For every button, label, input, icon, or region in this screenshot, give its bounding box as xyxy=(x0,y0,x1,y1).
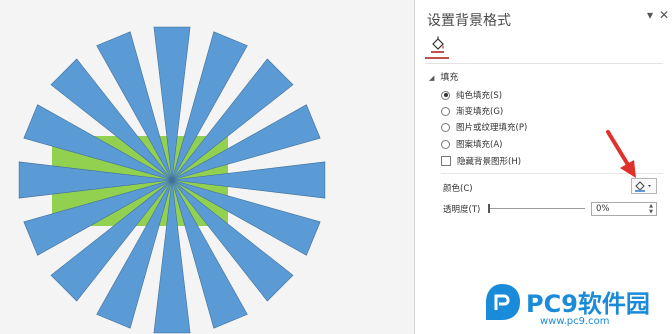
radio-indicator[interactable] xyxy=(441,90,450,100)
radio-gradient-fill[interactable]: 渐变填充(G) xyxy=(441,104,503,118)
pc9-logo-icon xyxy=(486,284,520,320)
fill-tab-icon[interactable] xyxy=(429,36,447,54)
slide-canvas[interactable] xyxy=(0,0,414,334)
radio-solid-fill[interactable]: 纯色填充(S) xyxy=(441,88,502,102)
transparency-slider-thumb[interactable] xyxy=(488,204,490,213)
close-button[interactable]: ✕ xyxy=(657,8,671,22)
watermark-brand: PC9软件园 xyxy=(526,290,650,318)
paint-bucket-icon xyxy=(635,181,651,192)
fill-section-header[interactable]: ◢ 填充 xyxy=(429,70,458,83)
divider xyxy=(425,63,663,64)
collapse-triangle-icon: ◢ xyxy=(429,74,435,82)
pane-options-button[interactable]: ▾ xyxy=(643,8,657,22)
watermark-url: www.pc9.com xyxy=(540,316,610,327)
radio-pattern-fill[interactable]: 图案填充(A) xyxy=(441,137,502,151)
color-picker-button[interactable] xyxy=(631,178,657,194)
checkbox-label: 隐藏背景图形(H) xyxy=(457,157,522,167)
radio-indicator[interactable] xyxy=(441,122,450,132)
fill-section-label: 填充 xyxy=(440,73,459,83)
radio-indicator[interactable] xyxy=(441,139,450,149)
pane-title: 设置背景格式 xyxy=(427,13,511,29)
option-label: 图案填充(A) xyxy=(456,140,503,150)
radio-picture-fill[interactable]: 图片或纹理填充(P) xyxy=(441,120,527,134)
fill-tab-indicator xyxy=(425,57,449,59)
spin-arrows-icon[interactable]: ▲ ▼ xyxy=(647,203,655,215)
watermark: PC9软件园 www.pc9.com xyxy=(482,276,672,334)
radio-indicator[interactable] xyxy=(441,106,450,116)
checkbox-box[interactable] xyxy=(441,156,451,166)
slide-drawing[interactable] xyxy=(0,0,414,334)
transparency-label: 透明度(T) xyxy=(443,205,481,215)
transparency-slider[interactable] xyxy=(489,208,585,209)
red-arrow-icon xyxy=(606,130,636,178)
chevron-down-icon xyxy=(648,185,651,187)
option-label: 纯色填充(S) xyxy=(456,91,503,101)
color-label: 颜色(C) xyxy=(443,184,473,194)
option-label: 渐变填充(G) xyxy=(456,107,504,117)
starburst-shape[interactable] xyxy=(18,26,326,334)
option-label: 图片或纹理填充(P) xyxy=(456,123,528,133)
hide-background-checkbox[interactable]: 隐藏背景图形(H) xyxy=(441,154,521,168)
transparency-value: 0% xyxy=(596,204,610,214)
transparency-input[interactable]: 0% ▲ ▼ xyxy=(591,202,657,216)
